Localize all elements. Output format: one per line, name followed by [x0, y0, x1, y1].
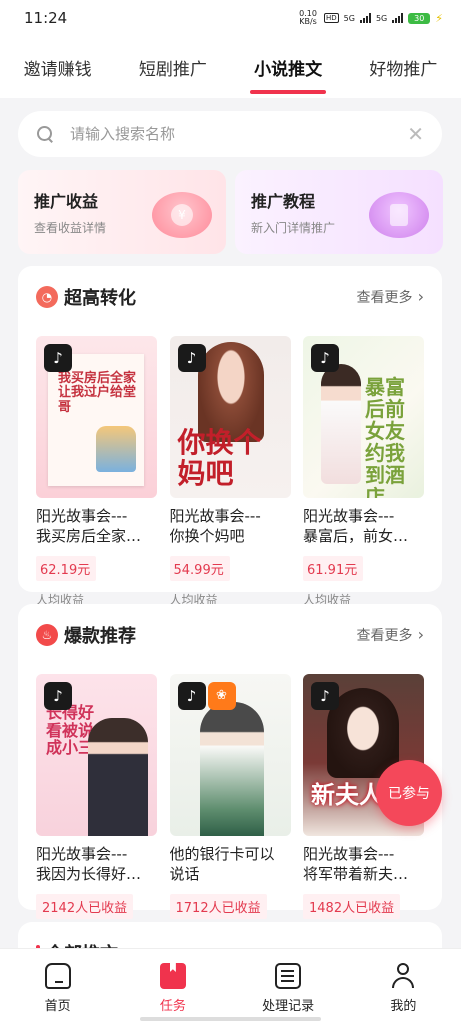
- book-title: 阳光故事会--- 你换个妈吧: [169, 507, 261, 545]
- book-title: 他的银行卡可以 说话: [169, 845, 275, 883]
- hot-recommend-section: ♨ 爆款推荐 查看更多 长得好看被说成小三 ♪ 阳光故事会--- 我因为长得好……: [18, 604, 442, 919]
- avg-earnings: 61.91元: [303, 556, 364, 581]
- signal-icon: [359, 13, 371, 23]
- book-title: 阳光故事会--- 暴富后，前女…: [303, 507, 409, 545]
- nav-task[interactable]: 任务: [128, 963, 218, 1024]
- signal-5g-label-2: 5G: [375, 13, 388, 23]
- conversion-icon: ◔: [36, 286, 58, 308]
- signal-5g-label-1: 5G: [343, 13, 355, 23]
- earners-count: 1712人已收益: [169, 894, 267, 919]
- book-list: 我买房后全家让我过户给堂哥 ♪ 阳光故事会--- 我买房后全家… 62.19元 …: [36, 336, 424, 608]
- douyin-icon: ♪: [44, 344, 72, 372]
- cover-title: 暴富后前女友约我到酒店: [365, 375, 405, 498]
- book-card[interactable]: ♪ ❀ 他的银行卡可以 说话 1712人已收益: [169, 674, 291, 919]
- high-conversion-section: ◔ 超高转化 查看更多 我买房后全家让我过户给堂哥 ♪ 阳光故事会--- 我买房…: [18, 266, 442, 607]
- status-time: 11:24: [24, 9, 68, 27]
- book-cover: 长得好看被说成小三 ♪: [36, 674, 157, 836]
- joined-button[interactable]: 已参与: [376, 760, 442, 826]
- status-bar: 11:24 0.10 KB/s HD 5G 5G 30 ⚡: [0, 0, 461, 36]
- nav-label: 处理记录: [262, 999, 315, 1014]
- system-indicators: 0.10 KB/s HD 5G 5G 30 ⚡: [297, 10, 443, 26]
- nav-label: 我的: [390, 999, 417, 1014]
- douyin-icon: ♪: [311, 344, 339, 372]
- search-bar: ✕: [18, 111, 442, 157]
- douyin-icon: ♪: [177, 682, 206, 710]
- cover-illustration: [88, 718, 148, 836]
- book-card[interactable]: 你换个妈吧 ♪ 阳光故事会--- 你换个妈吧 54.99元 人均收益: [169, 336, 291, 608]
- book-cover: 你换个妈吧 ♪: [169, 336, 291, 498]
- profile-icon: [390, 963, 416, 989]
- promo-earnings-card[interactable]: 推广收益 查看收益详情 ¥: [18, 170, 226, 254]
- see-more-link[interactable]: 查看更多: [357, 625, 424, 645]
- douyin-icon: ♪: [177, 344, 206, 372]
- fire-icon: ♨: [36, 624, 58, 646]
- cover-illustration: [96, 426, 136, 472]
- nav-home[interactable]: 首页: [13, 963, 103, 1024]
- home-icon: [44, 963, 71, 989]
- book-title: 阳光故事会--- 将军带着新夫…: [303, 845, 409, 883]
- signal-icon-2: [392, 13, 404, 23]
- book-card[interactable]: 暴富后前女友约我到酒店 ♪ 阳光故事会--- 暴富后，前女… 61.91元 人均…: [303, 336, 424, 608]
- promo-tutorial-card[interactable]: 推广教程 新入门详情推广: [235, 170, 443, 254]
- earners-count: 1482人已收益: [303, 894, 401, 919]
- cover-title: 你换个妈吧: [177, 426, 262, 490]
- tab-short-drama[interactable]: 短剧推广: [135, 47, 211, 88]
- book-title: 阳光故事会--- 我因为长得好…: [36, 845, 142, 883]
- bottom-nav: 首页 任务 处理记录 我的: [0, 948, 461, 1024]
- book-cover: 我买房后全家让我过户给堂哥 ♪: [36, 336, 157, 498]
- task-icon: [159, 963, 186, 989]
- cover-illustration: [321, 364, 361, 484]
- book-cover: ♪ ❀: [169, 674, 291, 836]
- douyin-icon: ♪: [311, 682, 339, 710]
- search-input[interactable]: [70, 125, 408, 143]
- section-title: 爆款推荐: [64, 626, 136, 647]
- book-card[interactable]: 长得好看被说成小三 ♪ 阳光故事会--- 我因为长得好… 2142人已收益: [36, 674, 157, 919]
- top-tabs: 邀请赚钱 短剧推广 小说推文 好物推广: [0, 36, 461, 98]
- tab-novel[interactable]: 小说推文: [250, 47, 327, 94]
- avg-earnings: 54.99元: [169, 556, 230, 581]
- section-header: ◔ 超高转化 查看更多: [36, 284, 424, 310]
- cover-title: 我买房后全家让我过户给堂哥: [58, 371, 137, 415]
- book-title: 阳光故事会--- 我买房后全家…: [36, 507, 142, 545]
- book-list: 长得好看被说成小三 ♪ 阳光故事会--- 我因为长得好… 2142人已收益 ♪ …: [36, 674, 424, 919]
- nav-me[interactable]: 我的: [358, 963, 448, 1024]
- hd-icon: HD: [324, 13, 339, 23]
- nav-label: 任务: [159, 999, 186, 1014]
- douyin-icon: ♪: [44, 682, 72, 710]
- earners-count: 2142人已收益: [36, 894, 134, 919]
- charging-icon: ⚡: [435, 11, 443, 25]
- tab-goods[interactable]: 好物推广: [365, 47, 441, 88]
- yen-coin-icon: ¥: [152, 192, 212, 238]
- avg-earnings: 62.19元: [36, 556, 97, 581]
- search-icon: [36, 125, 54, 143]
- record-list-icon: [275, 963, 302, 989]
- nav-label: 首页: [44, 999, 71, 1014]
- section-title: 超高转化: [64, 288, 136, 309]
- battery-icon: 30: [408, 12, 431, 24]
- book-cover: 暴富后前女友约我到酒店 ♪: [303, 336, 424, 498]
- home-indicator[interactable]: [140, 1017, 321, 1021]
- tab-invite[interactable]: 邀请赚钱: [20, 47, 96, 88]
- kuaishou-icon: ❀: [207, 682, 236, 710]
- net-speed: 0.10 KB/s: [299, 9, 317, 26]
- see-more-link[interactable]: 查看更多: [357, 287, 424, 307]
- cover-illustration: [199, 702, 264, 836]
- book-card[interactable]: 我买房后全家让我过户给堂哥 ♪ 阳光故事会--- 我买房后全家… 62.19元 …: [36, 336, 157, 608]
- nav-records[interactable]: 处理记录: [243, 963, 333, 1024]
- clear-icon[interactable]: ✕: [407, 122, 424, 146]
- section-header: ♨ 爆款推荐 查看更多: [36, 622, 424, 648]
- book-icon: [369, 192, 429, 238]
